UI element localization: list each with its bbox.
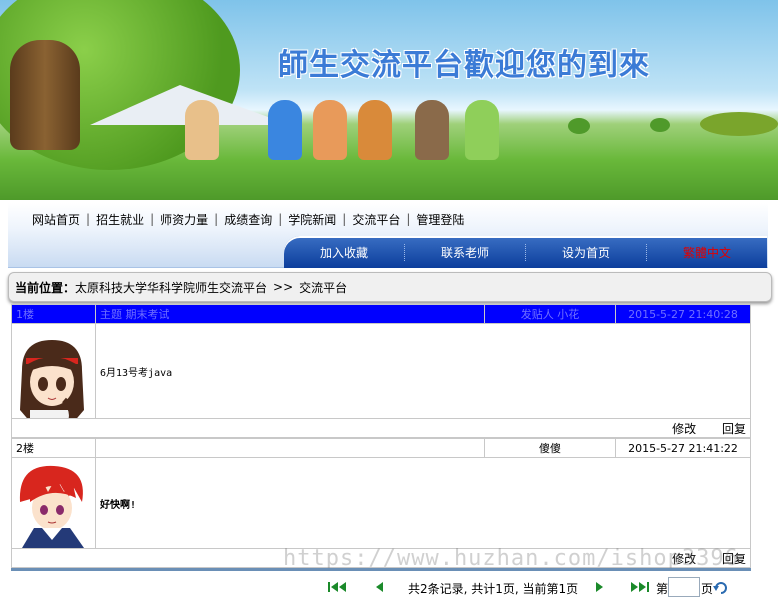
post-message-text: 好快啊! — [100, 499, 137, 511]
post-actions-row: 修改 回复 — [11, 418, 751, 438]
child-figure — [313, 100, 347, 160]
pagination: 共2条记录, 共计1页, 当前第1页 第 页 — [0, 577, 778, 598]
pagination-summary: 共2条记录, 共计1页, 当前第1页 — [408, 582, 579, 596]
avatar-boy-icon — [19, 465, 84, 548]
next-page-icon[interactable] — [595, 581, 605, 593]
post-subject: 主题 期末考试 — [95, 304, 485, 324]
tree-trunk-illustration — [10, 40, 80, 150]
edit-post-link[interactable]: 修改 — [672, 422, 696, 436]
avatar-cell — [11, 323, 96, 419]
breadcrumb-current: 交流平台 — [299, 280, 348, 295]
post-message-text: 6月13号考java — [100, 367, 173, 379]
child-figure — [415, 100, 449, 160]
go-page-icon[interactable] — [713, 580, 729, 594]
sub-nav-bar: 加入收藏 联系老师 设为首页 繁體中文 — [284, 236, 767, 268]
nav-link-faculty[interactable]: 师资力量 — [154, 211, 214, 228]
child-figure — [268, 100, 302, 160]
reply-post-link[interactable]: 回复 — [722, 422, 746, 436]
nav-link-forum[interactable]: 交流平台 — [346, 211, 406, 228]
post-header-row: 2楼 傻傻 2015-5-27 21:41:22 — [11, 438, 751, 458]
post-header-row: 1楼 主题 期末考试 发贴人 小花 2015-5-27 21:40:28 — [11, 304, 751, 324]
child-figure — [185, 100, 219, 160]
post-subject — [95, 438, 485, 458]
nav-links: 网站首页 | 招生就业 | 师资力量 | 成绩查询 | 学院新闻 | 交流平台 … — [26, 209, 470, 229]
first-page-icon[interactable] — [328, 581, 348, 593]
post-author: 发贴人 小花 — [484, 304, 616, 324]
post-time: 2015-5-27 21:41:22 — [615, 438, 751, 458]
post-floor: 2楼 — [11, 438, 96, 458]
set-homepage-link[interactable]: 设为首页 — [526, 243, 647, 261]
bush-illustration — [650, 118, 670, 132]
page-suffix: 页 — [701, 582, 714, 596]
post-body-row: 6月13号考java — [11, 323, 751, 419]
post-time: 2015-5-27 21:40:28 — [615, 304, 751, 324]
banner-title: 師生交流平台歡迎您的到來 — [278, 48, 650, 83]
post-author: 傻傻 — [484, 438, 616, 458]
avatar-cell — [11, 457, 96, 549]
nav-link-home[interactable]: 网站首页 — [26, 211, 86, 228]
post-floor: 1楼 — [11, 304, 96, 324]
breadcrumb-arrow: >> — [273, 280, 294, 294]
post-table: 1楼 主题 期末考试 发贴人 小花 2015-5-27 21:40:28 6月1… — [11, 304, 751, 438]
page-number-input[interactable] — [668, 577, 700, 597]
post-message: 好快啊! — [95, 457, 751, 549]
add-favorite-link[interactable]: 加入收藏 — [284, 243, 405, 261]
nav-link-grades[interactable]: 成绩查询 — [218, 211, 278, 228]
post-body-row: 好快啊! — [11, 457, 751, 549]
post-message: 6月13号考java — [95, 323, 751, 419]
content-divider — [11, 568, 751, 571]
avatar — [12, 330, 92, 418]
breadcrumb-root[interactable]: 太原科技大学华科学院师生交流平台 — [75, 279, 267, 296]
breadcrumb-label: 当前位置： — [15, 280, 76, 295]
contact-teacher-link[interactable]: 联系老师 — [405, 243, 526, 261]
child-figure — [465, 100, 499, 160]
page-prefix: 第 — [656, 582, 669, 596]
header-banner: 師生交流平台歡迎您的到來 — [0, 0, 778, 200]
traditional-chinese-link[interactable]: 繁體中文 — [647, 244, 767, 261]
child-figure — [358, 100, 392, 160]
post-actions: 修改 回复 — [11, 418, 751, 438]
avatar — [12, 458, 92, 548]
avatar-girl-icon — [20, 340, 84, 418]
nav-link-news[interactable]: 学院新闻 — [282, 211, 342, 228]
nav-link-admin-login[interactable]: 管理登陆 — [410, 211, 470, 228]
breadcrumb: 当前位置： 太原科技大学华科学院师生交流平台 >> 交流平台 — [8, 272, 772, 302]
last-page-icon[interactable] — [630, 581, 650, 593]
bush-illustration — [568, 118, 590, 134]
prev-page-icon[interactable] — [374, 581, 384, 593]
bush-illustration — [700, 112, 778, 136]
nav-link-admissions[interactable]: 招生就业 — [90, 211, 150, 228]
